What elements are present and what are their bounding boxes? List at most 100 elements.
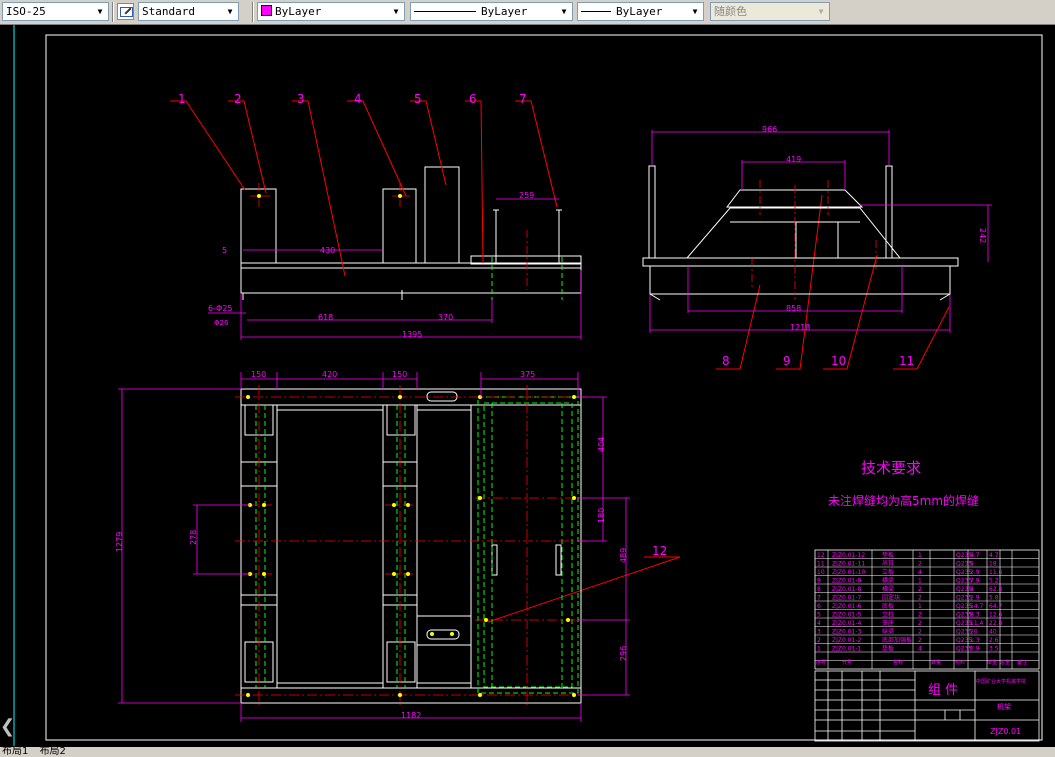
bom-cell: 垫板 xyxy=(882,645,894,653)
dim-419: 419 xyxy=(786,155,801,164)
bom-cell: 11.4 xyxy=(970,620,984,627)
tablestyle-dropdown[interactable]: Standard ▼ xyxy=(138,2,239,21)
dim-150-right: 150 xyxy=(392,370,407,379)
dim-370: 370 xyxy=(438,313,453,322)
bom-cell: 2 xyxy=(918,620,922,627)
balloon-6: 6 xyxy=(469,92,477,106)
bom-cell: 5.8 xyxy=(989,595,999,602)
title-block-material: 机架 xyxy=(997,702,1011,711)
color-dropdown[interactable]: ByLayer ▼ xyxy=(257,2,405,21)
bom-cell: 12 xyxy=(817,552,825,559)
tab-layout1[interactable]: 布局1 xyxy=(0,746,28,757)
linetype-sample-icon xyxy=(414,11,476,12)
bom-cell: 11.6 xyxy=(989,569,1003,576)
tablestyle-value: Standard xyxy=(142,5,195,18)
bom-cell: 2 xyxy=(918,612,922,619)
bom-cell: 2 xyxy=(918,561,922,568)
bom-cell: 2 xyxy=(918,629,922,636)
bom-cell: 3.5 xyxy=(989,646,999,653)
bom-cell: 支座 xyxy=(882,619,894,627)
bom-cell: 18 xyxy=(989,561,997,568)
bom-cell: ZJZ0.01-3 xyxy=(832,629,862,636)
bom-cell: 4 xyxy=(817,620,821,627)
bom-cell: ZJZ0.01-10 xyxy=(832,569,865,576)
bom-cell: 64.7 xyxy=(989,603,1003,610)
dim-278: 278 xyxy=(189,530,198,545)
balloon-1: 1 xyxy=(178,92,186,106)
balloon-10: 10 xyxy=(831,354,846,368)
chevron-down-icon[interactable]: ▼ xyxy=(558,5,570,18)
linetype-value: ByLayer xyxy=(481,5,528,18)
chevron-down-icon[interactable]: ▼ xyxy=(390,5,402,18)
bom-cell: 10 xyxy=(817,569,825,576)
bom-header-cell: 序号 xyxy=(816,659,826,666)
dimstyle-dropdown[interactable]: ISO-25 ▼ xyxy=(2,2,109,21)
bom-cell: 12.6 xyxy=(989,612,1003,619)
chevron-down-icon[interactable]: ▼ xyxy=(94,5,106,18)
bom-cell: 8.3 xyxy=(970,612,980,619)
bom-cell: 9 xyxy=(970,561,974,568)
bom-cell: 20 xyxy=(970,629,978,636)
lineweight-value: ByLayer xyxy=(616,5,663,18)
bom-cell: 2 xyxy=(918,586,922,593)
chevron-down-icon: ▼ xyxy=(818,7,824,16)
bom-header-cell: 数量 xyxy=(931,659,941,666)
bom-cell: 纵梁 xyxy=(882,628,894,636)
dim-489: 489 xyxy=(619,548,628,563)
balloon-11: 11 xyxy=(899,354,914,368)
bom-cell: 3 xyxy=(817,629,821,636)
bom-cell: 1 xyxy=(918,578,922,585)
chevron-left-icon[interactable]: ❮ xyxy=(0,716,15,737)
color-value: ByLayer xyxy=(275,5,322,18)
lineweight-dropdown[interactable]: ByLayer ▼ xyxy=(577,2,704,21)
tech-requirements-note: 未注焊缝均为高5mm的焊缝 xyxy=(828,493,979,508)
bom-cell: ZJZ0.01-2 xyxy=(832,637,862,644)
balloon-4: 4 xyxy=(354,92,362,106)
toolbar-separator xyxy=(112,2,114,22)
balloon-8: 8 xyxy=(722,354,730,368)
bom-header-cell: 材料 xyxy=(955,659,965,666)
chevron-down-icon[interactable]: ▼ xyxy=(224,5,236,18)
bom-cell: 22.8 xyxy=(989,620,1003,627)
bom-cell: 4 xyxy=(970,586,974,593)
dim-1182: 1182 xyxy=(401,711,421,720)
bom-header-cell: 备注 xyxy=(1017,659,1027,666)
bom-cell: 垫板 xyxy=(882,551,894,559)
bom-cell: ZJZ0.01-7 xyxy=(832,595,862,602)
plotstyle-dropdown: 随颜色 ▼ xyxy=(710,2,830,21)
layout-tabs: 布局1 布局2 xyxy=(0,747,1055,757)
bom-cell: 62.8 xyxy=(989,586,1003,593)
tab-layout2[interactable]: 布局2 xyxy=(38,746,66,757)
bom-cell: 11 xyxy=(817,561,825,568)
bom-cell: 5.2 xyxy=(989,578,999,585)
tech-requirements-title: 技术要求 xyxy=(861,459,921,477)
title-block-name: 组 件 xyxy=(928,683,958,698)
dim-phi26: Φ26 xyxy=(214,319,229,327)
bom-header-cell: 单重 xyxy=(987,659,997,666)
bom-cell: 立板 xyxy=(882,568,894,576)
bom-cell: 1 xyxy=(918,603,922,610)
bom-header-cell: 名称 xyxy=(893,659,903,666)
chevron-down-icon[interactable]: ▼ xyxy=(689,5,701,18)
bom-cell: 吊耳 xyxy=(882,561,894,568)
properties-toolbar: ISO-25 ▼ Standard ▼ ByLayer ▼ ByLayer ▼ … xyxy=(0,0,1055,25)
tablestyle-icon[interactable] xyxy=(117,3,134,20)
bom-cell: 底部加强板 xyxy=(882,636,912,644)
dim-966: 966 xyxy=(762,125,777,134)
bom-cell: 1 xyxy=(918,552,922,559)
dim-259: 259 xyxy=(519,191,534,200)
bom-cell: ZJZ0.01-11 xyxy=(832,561,865,568)
dim-296: 296 xyxy=(619,646,628,661)
dim-150-left: 150 xyxy=(251,370,266,379)
bom-cell: ZJZ0.01-8 xyxy=(832,586,862,593)
dim-242: 242 xyxy=(978,228,987,243)
dim-420: 420 xyxy=(322,370,337,379)
bom-cell: 2 xyxy=(918,637,922,644)
drawing-canvas[interactable]: 1 2 3 4 5 6 7 5 430 259 6-Φ25 Φ26 618 37… xyxy=(0,25,1055,747)
linetype-dropdown[interactable]: ByLayer ▼ xyxy=(410,2,573,21)
bom-cell: 底板 xyxy=(882,602,894,610)
bom-cell: 横梁 xyxy=(882,585,894,593)
bom-cell: 9 xyxy=(817,578,821,585)
dim-404: 404 xyxy=(597,437,606,452)
bom-cell: 固定块 xyxy=(882,594,900,602)
